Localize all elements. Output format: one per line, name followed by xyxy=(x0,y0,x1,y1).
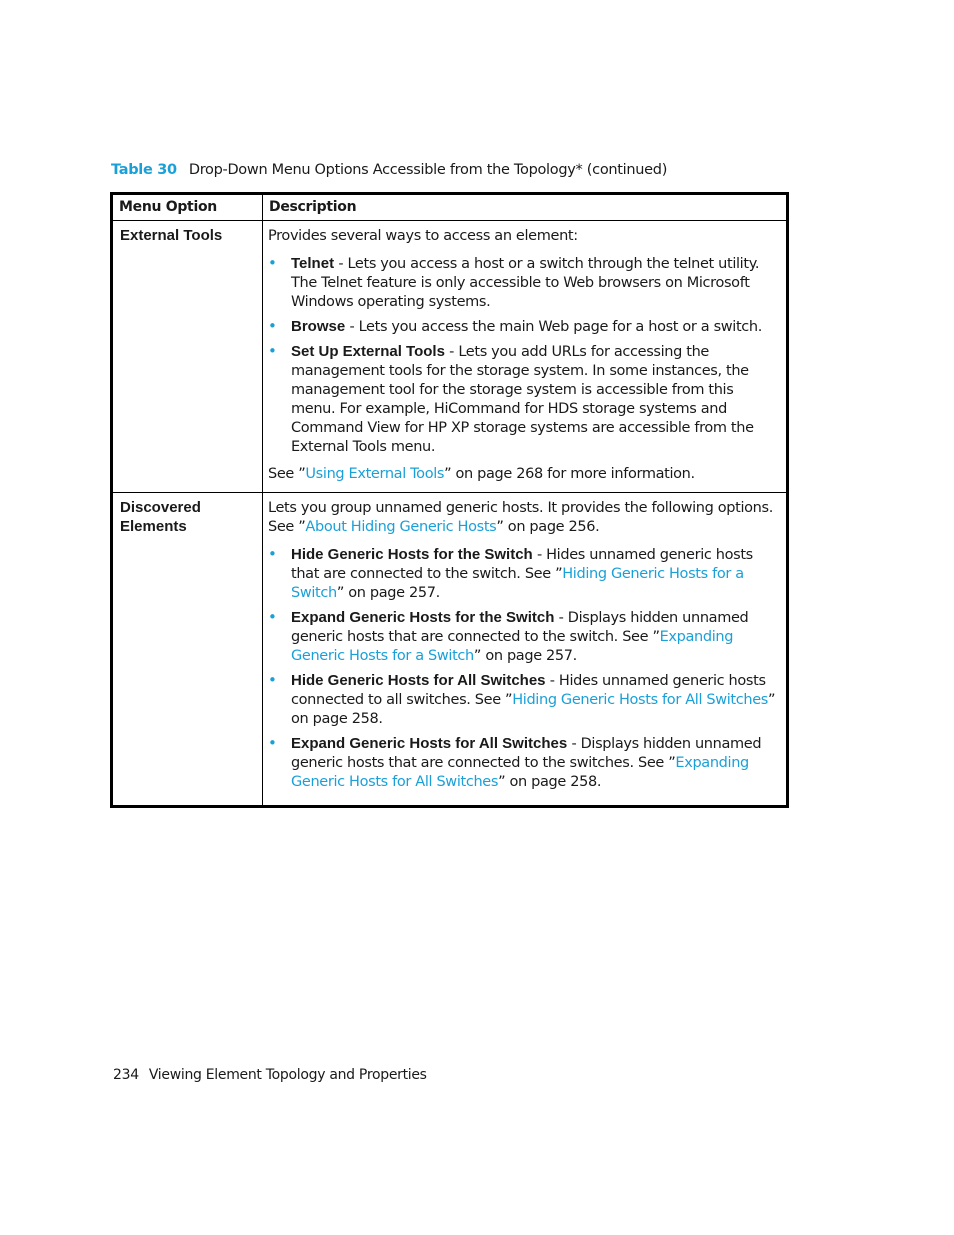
intro-text: ” on page 256. xyxy=(496,519,600,535)
table-row: External Tools Provides several ways to … xyxy=(111,220,788,493)
bullet-icon: • xyxy=(268,671,277,689)
description-intro: Provides several ways to access an eleme… xyxy=(268,227,778,246)
list-item: • Hide Generic Hosts for the Switch - Hid… xyxy=(268,545,778,603)
list-item: • Telnet - Lets you access a host or a sw… xyxy=(268,254,778,312)
page-number: 234 xyxy=(113,1067,139,1083)
table-title: Drop-Down Menu Options Accessible from t… xyxy=(188,162,668,178)
option-text: ” on page 257. xyxy=(336,585,440,601)
link-hiding-generic-hosts-all-switches[interactable]: Hiding Generic Hosts for All Switches xyxy=(512,692,768,708)
option-term: Telnet xyxy=(291,255,335,272)
chapter-title: Viewing Element Topology and Properties xyxy=(148,1067,427,1083)
option-term: Expand Generic Hosts for All Switches xyxy=(291,735,568,752)
bullet-icon: • xyxy=(268,545,277,563)
note-text: See ” xyxy=(268,466,306,482)
option-term: Expand Generic Hosts for the Switch xyxy=(291,609,555,626)
bullet-icon: • xyxy=(268,317,277,335)
description-cell: Lets you group unnamed generic hosts. It… xyxy=(262,492,788,807)
description-cell: Provides several ways to access an eleme… xyxy=(262,220,788,493)
list-item: • Expand Generic Hosts for the Switch - D… xyxy=(268,608,778,666)
link-about-hiding-generic-hosts[interactable]: About Hiding Generic Hosts xyxy=(305,519,496,535)
menu-option-cell: Discovered Elements xyxy=(111,492,263,807)
option-term: Hide Generic Hosts for the Switch xyxy=(291,546,533,563)
option-text: - Lets you access the main Web page for … xyxy=(345,319,763,335)
table-row: Discovered Elements Lets you group unnam… xyxy=(111,492,788,807)
option-term: Set Up External Tools xyxy=(291,343,445,360)
list-item: • Browse - Lets you access the main Web p… xyxy=(268,317,778,337)
option-term: Hide Generic Hosts for All Switches xyxy=(291,672,546,689)
option-term: Browse xyxy=(291,318,346,335)
bullet-icon: • xyxy=(268,342,277,360)
menu-options-table: Menu Option Description External Tools P… xyxy=(110,192,789,808)
column-header-menu-option: Menu Option xyxy=(111,193,263,221)
option-text: - Lets you add URLs for accessing the ma… xyxy=(291,344,754,455)
option-list: • Telnet - Lets you access a host or a sw… xyxy=(268,254,778,457)
column-header-description: Description xyxy=(262,193,788,221)
description-intro: Lets you group unnamed generic hosts. It… xyxy=(268,499,778,537)
bullet-icon: • xyxy=(268,608,277,626)
menu-option-cell: External Tools xyxy=(111,220,263,493)
intro-text: Provides several ways to access an eleme… xyxy=(268,228,578,244)
option-list: • Hide Generic Hosts for the Switch - Hid… xyxy=(268,545,778,792)
page-footer: 234 Viewing Element Topology and Properti… xyxy=(113,1067,427,1083)
option-text: ” on page 257. xyxy=(473,648,577,664)
list-item: • Set Up External Tools - Lets you add UR… xyxy=(268,342,778,457)
see-also-note: See ”Using External Tools” on page 268 f… xyxy=(268,465,778,484)
table-caption: Table 30 Drop-Down Menu Options Accessibl… xyxy=(111,162,667,178)
list-item: • Expand Generic Hosts for All Switches -… xyxy=(268,734,778,792)
option-text: ” on page 258. xyxy=(498,774,602,790)
note-text: ” on page 268 for more information. xyxy=(444,466,695,482)
table-header-row: Menu Option Description xyxy=(111,193,788,221)
link-using-external-tools[interactable]: Using External Tools xyxy=(305,466,444,482)
list-item: • Hide Generic Hosts for All Switches - H… xyxy=(268,671,778,729)
bullet-icon: • xyxy=(268,734,277,752)
table-number: Table 30 xyxy=(111,162,177,178)
bullet-icon: • xyxy=(268,254,277,272)
option-text: - Lets you access a host or a switch thr… xyxy=(291,256,760,310)
